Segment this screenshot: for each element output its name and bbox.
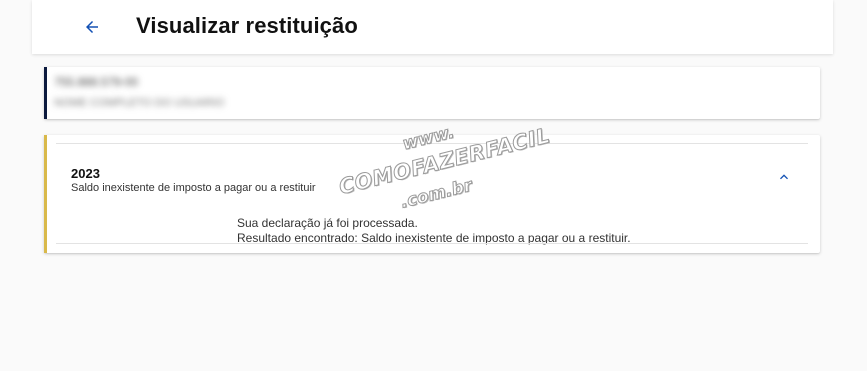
divider — [56, 243, 808, 244]
user-name-blurred: NOME COMPLETO DO USUARIO — [54, 97, 225, 109]
year-label: 2023 — [71, 166, 100, 181]
page: Visualizar restituição 755.888.579-00 NO… — [0, 0, 867, 371]
user-id-blurred: 755.888.579-00 — [54, 75, 139, 89]
app-header: Visualizar restituição — [32, 0, 833, 54]
arrow-left-icon — [86, 21, 98, 33]
year-card-accent — [44, 135, 47, 253]
back-button[interactable] — [80, 15, 104, 39]
chevron-up-icon — [780, 174, 788, 180]
divider — [56, 143, 808, 144]
user-card: 755.888.579-00 NOME COMPLETO DO USUARIO — [44, 67, 820, 119]
user-card-accent — [44, 67, 47, 119]
page-title: Visualizar restituição — [136, 13, 358, 38]
collapse-button[interactable] — [774, 167, 794, 187]
processed-message: Sua declaração já foi processada. — [237, 216, 418, 230]
year-card[interactable]: 2023 Saldo inexistente de imposto a paga… — [44, 135, 820, 253]
year-status-subtitle: Saldo inexistente de imposto a pagar ou … — [71, 182, 316, 194]
